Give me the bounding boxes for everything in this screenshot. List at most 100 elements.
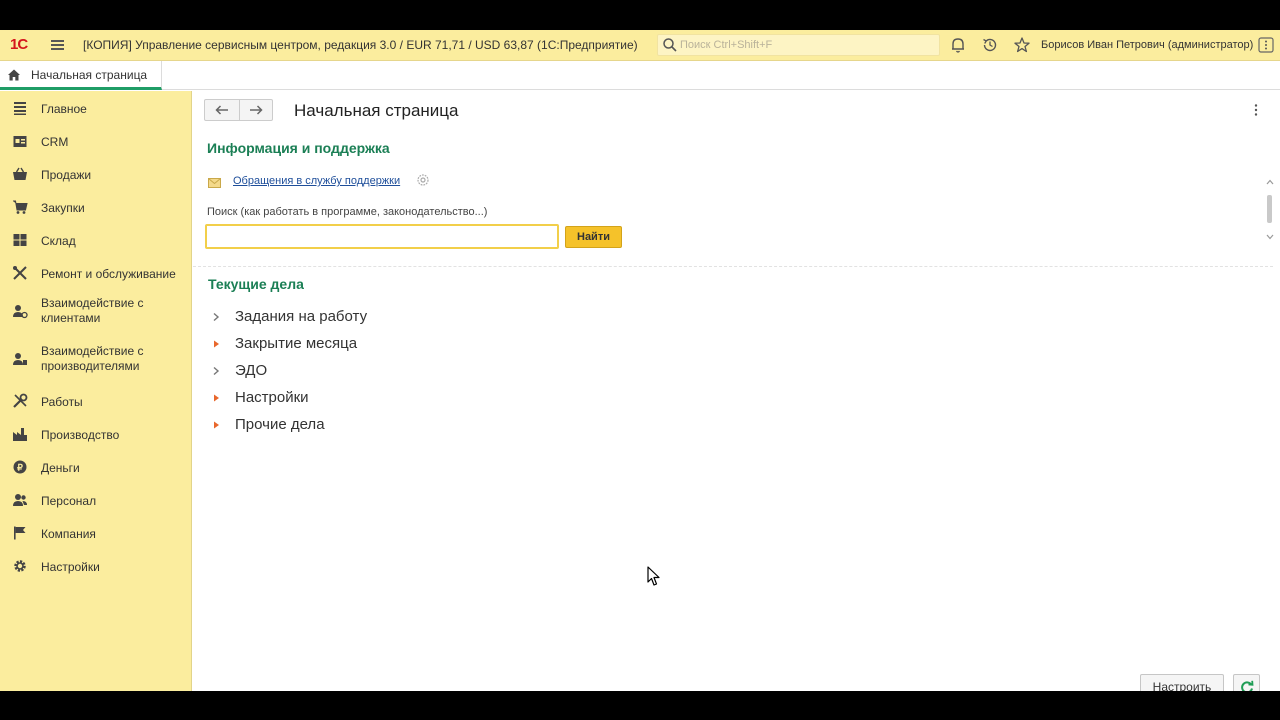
scrollbar-thumb[interactable]	[1267, 195, 1272, 223]
sections-sidebar: Главное CRM Продажи Закупки Склад Ремонт…	[0, 91, 192, 691]
history-icon[interactable]	[981, 36, 999, 54]
chevron-right-icon	[213, 312, 220, 322]
works-icon	[13, 393, 28, 408]
knowledge-search-box[interactable]	[205, 224, 559, 249]
task-label: Задания на работу	[235, 308, 368, 325]
app-title: [КОПИЯ] Управление сервисным центром, ре…	[83, 38, 638, 52]
menu-lines-icon	[14, 102, 26, 115]
tab-label: Начальная страница	[31, 68, 148, 82]
task-label: ЭДО	[235, 362, 268, 379]
window-menu-icon[interactable]	[1258, 37, 1274, 53]
configure-button[interactable]: Настроить	[1140, 674, 1224, 691]
sidebar-item-repair[interactable]: Ремонт и обслуживание	[0, 264, 192, 284]
sidebar-item-label: Персонал	[41, 494, 97, 508]
navigation-buttons	[204, 99, 273, 121]
main-menu-icon[interactable]	[51, 40, 64, 50]
main-content: Начальная страница Информация и поддержк…	[193, 91, 1280, 691]
svg-text:₽: ₽	[17, 463, 23, 473]
sidebar-item-main[interactable]: Главное	[0, 99, 192, 119]
chevron-right-icon	[213, 366, 220, 376]
sidebar-item-label: Компания	[41, 527, 96, 541]
sidebar-item-staff[interactable]: Персонал	[0, 491, 192, 511]
task-item[interactable]: Закрытие месяца	[193, 334, 593, 356]
favorites-star-icon[interactable]	[1013, 36, 1031, 54]
refresh-button[interactable]	[1233, 674, 1260, 691]
sidebar-item-purchases[interactable]: Закупки	[0, 198, 192, 218]
info-section-title: Информация и поддержка	[207, 140, 390, 156]
flag-icon	[14, 526, 26, 540]
task-item[interactable]: ЭДО	[193, 361, 593, 383]
scroll-down-arrow-icon[interactable]	[1266, 234, 1274, 240]
task-item[interactable]: Прочие дела	[193, 415, 593, 437]
refresh-icon	[1241, 680, 1254, 691]
task-label: Настройки	[235, 389, 309, 406]
sidebar-item-money[interactable]: ₽ Деньги	[0, 458, 192, 478]
find-button[interactable]: Найти	[565, 226, 622, 248]
sidebar-item-production[interactable]: Производство	[0, 425, 192, 445]
sidebar-item-label: Работы	[41, 395, 83, 409]
tasks-section-title: Текущие дела	[208, 276, 304, 292]
envelope-icon	[208, 178, 221, 188]
cart-icon	[13, 200, 28, 214]
support-requests-link[interactable]: Обращения в службу поддержки	[233, 175, 400, 187]
triangle-right-icon	[214, 394, 219, 402]
global-search[interactable]	[657, 34, 940, 56]
global-search-input[interactable]	[680, 37, 935, 53]
sidebar-item-company[interactable]: Компания	[0, 524, 192, 544]
sidebar-item-label: Взаимодействие с клиентами	[41, 296, 144, 325]
knowledge-search-label: Поиск (как работать в программе, законод…	[207, 206, 488, 218]
sidebar-item-label: Продажи	[41, 168, 92, 182]
gear-icon	[14, 560, 26, 572]
basket-icon	[13, 167, 27, 180]
task-item[interactable]: Задания на работу	[193, 307, 593, 329]
sidebar-item-sales[interactable]: Продажи	[0, 165, 192, 185]
tools-icon	[13, 266, 27, 280]
sidebar-item-label: Взаимодействие с производителями	[41, 344, 144, 373]
sidebar-item-label: Производство	[41, 428, 120, 442]
producer-icon	[13, 353, 27, 365]
title-bar: 1С [КОПИЯ] Управление сервисным центром,…	[0, 30, 1280, 61]
warehouse-icon	[13, 234, 27, 246]
sidebar-item-client-interaction[interactable]: Взаимодействие с клиентами	[0, 294, 192, 328]
sidebar-item-settings[interactable]: Настройки	[0, 557, 192, 577]
search-icon	[663, 38, 677, 52]
scroll-up-arrow-icon[interactable]	[1266, 179, 1274, 185]
tab-home-page[interactable]: Начальная страница	[0, 61, 162, 90]
nav-separator	[239, 100, 240, 120]
task-label: Прочие дела	[235, 416, 325, 433]
current-user[interactable]: Борисов Иван Петрович (администратор)	[1041, 39, 1253, 51]
page-title: Начальная страница	[294, 101, 459, 120]
sidebar-item-label: CRM	[41, 135, 69, 149]
triangle-right-icon	[214, 340, 219, 348]
mouse-cursor-icon	[647, 566, 660, 586]
more-actions-icon[interactable]	[1252, 103, 1260, 117]
sidebar-item-label: Главное	[41, 102, 87, 116]
task-item[interactable]: Настройки	[193, 388, 593, 410]
1c-logo[interactable]: 1С	[10, 36, 28, 53]
staff-icon	[13, 494, 27, 506]
triangle-right-icon	[214, 421, 219, 429]
money-icon: ₽	[13, 460, 27, 474]
back-arrow-icon[interactable]	[214, 103, 230, 117]
sidebar-item-label: Настройки	[41, 560, 100, 574]
sidebar-item-label: Склад	[41, 234, 76, 248]
crm-icon	[13, 136, 27, 147]
factory-icon	[13, 428, 27, 441]
sidebar-item-label: Ремонт и обслуживание	[41, 267, 176, 281]
settings-gear-icon[interactable]	[416, 173, 430, 187]
app-window: 1С [КОПИЯ] Управление сервисным центром,…	[0, 30, 1280, 691]
tabs-bar: Начальная страница	[0, 61, 1280, 90]
sidebar-item-producer-interaction[interactable]: Взаимодействие с производителями	[0, 342, 192, 376]
sidebar-item-label: Деньги	[41, 461, 80, 475]
sidebar-item-warehouse[interactable]: Склад	[0, 231, 192, 251]
sidebar-item-crm[interactable]: CRM	[0, 132, 192, 152]
task-label: Закрытие месяца	[235, 335, 358, 352]
forward-arrow-icon[interactable]	[248, 103, 264, 117]
sidebar-item-label: Закупки	[41, 201, 85, 215]
home-icon	[8, 69, 20, 81]
section-divider	[193, 266, 1273, 267]
knowledge-search-input[interactable]	[210, 228, 552, 245]
bell-icon[interactable]	[949, 36, 967, 54]
client-icon	[13, 305, 28, 319]
sidebar-item-works[interactable]: Работы	[0, 392, 192, 412]
